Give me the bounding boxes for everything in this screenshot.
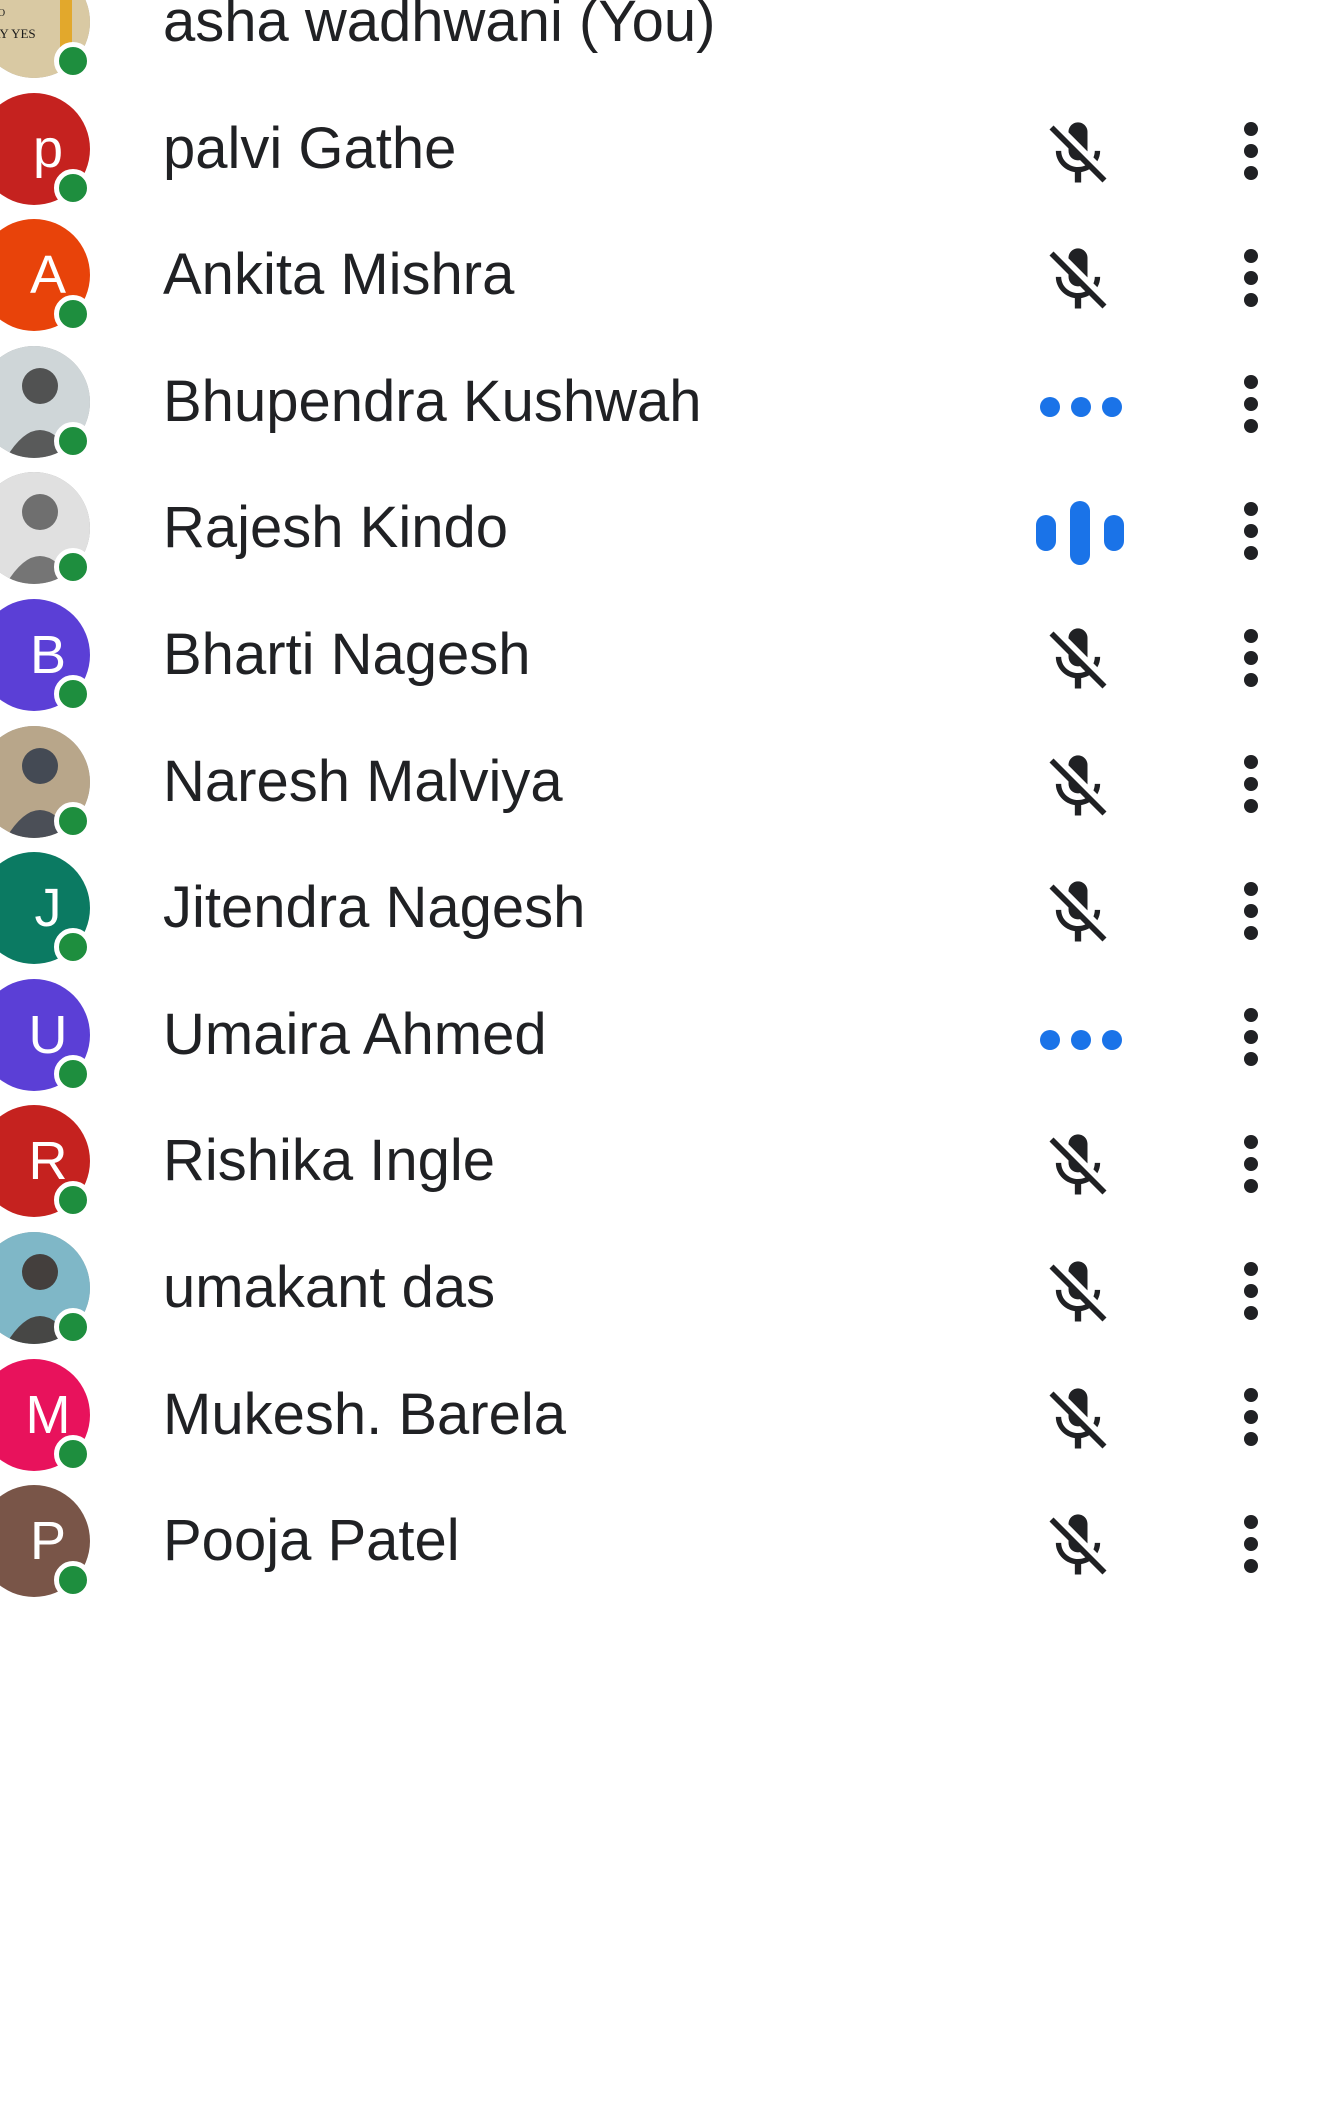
- more-options-button[interactable]: [1226, 1128, 1276, 1204]
- more-options-button[interactable]: [1226, 875, 1276, 951]
- more-vert-icon: [1241, 754, 1261, 819]
- more-vert-icon: [1241, 1514, 1261, 1579]
- participant-name: Naresh Malviya: [163, 748, 563, 814]
- avatar-initial: p: [32, 118, 64, 179]
- participant-name: umakant das: [163, 1255, 496, 1320]
- more-vert-icon: [1241, 121, 1261, 186]
- participant-name: Mukesh. Barela: [163, 1381, 566, 1447]
- participant-name: Umaira Ahmed: [163, 1001, 547, 1067]
- avatar-initial: A: [29, 245, 67, 306]
- more-options-button[interactable]: [1226, 369, 1276, 445]
- participant-name: Rishika Ingle: [163, 1128, 496, 1194]
- more-vert-icon: [1241, 628, 1261, 693]
- more-options-button[interactable]: [1226, 116, 1276, 192]
- avatar-initial: B: [29, 625, 67, 685]
- participant-row[interactable]: P Pooja Patel: [0, 1450, 1331, 1620]
- mic-off-icon: [1040, 1508, 1116, 1584]
- participant-name: asha wadhwani (You): [163, 0, 716, 54]
- participant-name: Bharti Nagesh: [163, 622, 531, 687]
- more-vert-icon: [1241, 1007, 1261, 1072]
- more-options-button[interactable]: [1226, 1002, 1276, 1078]
- more-vert-icon: [1241, 1134, 1261, 1199]
- more-options-button[interactable]: [1226, 1255, 1276, 1331]
- participant-name: palvi Gathe: [163, 115, 457, 181]
- mic-off-icon: [1040, 116, 1116, 192]
- participant-name: Ankita Mishra: [163, 242, 515, 308]
- participant-name: Jitendra Nagesh: [163, 875, 586, 941]
- avatar-container: P: [0, 1485, 92, 1600]
- more-options-button[interactable]: [1226, 495, 1276, 571]
- mic-off-icon: [1040, 875, 1116, 951]
- more-options-button[interactable]: [1226, 622, 1276, 698]
- avatar-initial: U: [28, 1004, 68, 1065]
- mic-off-icon: [1040, 1128, 1116, 1204]
- participant-name: Pooja Patel: [163, 1508, 460, 1574]
- more-vert-icon: [1241, 1261, 1261, 1326]
- svg-text:SAY YES: SAY YES: [0, 26, 36, 41]
- svg-text:TO: TO: [0, 8, 5, 19]
- more-vert-icon: [1241, 1387, 1261, 1452]
- mic-off-icon: [1040, 1255, 1116, 1331]
- mic-off-icon: [1040, 749, 1116, 825]
- audio-speaking-bars-icon: [1036, 501, 1124, 566]
- more-options-button[interactable]: [1226, 749, 1276, 825]
- more-options-button[interactable]: [1226, 242, 1276, 318]
- mic-off-icon: [1040, 622, 1116, 698]
- mic-off-icon: [1040, 242, 1116, 318]
- more-vert-icon: [1241, 501, 1261, 566]
- participant-name: Bhupendra Kushwah: [163, 368, 702, 434]
- more-vert-icon: [1241, 881, 1261, 946]
- more-vert-icon: [1241, 374, 1261, 439]
- audio-idle-dots-icon: [1038, 393, 1124, 421]
- avatar-initial: P: [29, 1511, 67, 1572]
- participant-name: Rajesh Kindo: [163, 495, 508, 561]
- audio-idle-dots-icon: [1038, 1026, 1124, 1054]
- more-options-button[interactable]: [1226, 1508, 1276, 1584]
- online-status-dot: [54, 1561, 92, 1600]
- avatar-initial: J: [34, 878, 62, 939]
- more-vert-icon: [1241, 248, 1261, 313]
- mic-off-icon: [1040, 1382, 1116, 1458]
- more-options-button[interactable]: [1226, 1382, 1276, 1458]
